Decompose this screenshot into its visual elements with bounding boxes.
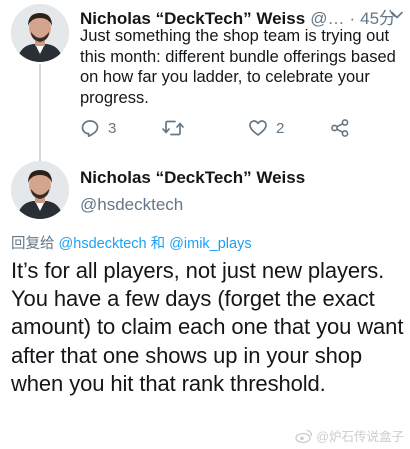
share-icon: [331, 119, 349, 137]
like-count: 2: [276, 119, 285, 137]
retweet-button[interactable]: [162, 118, 192, 138]
tweet-text: Just something the shop team is trying o…: [80, 27, 396, 107]
watermark: @炉石传说盒子: [295, 426, 404, 445]
reply-button[interactable]: 3: [80, 118, 116, 138]
watermark-text: @炉石传说盒子: [316, 430, 404, 444]
tweet-actions: 3 2: [80, 118, 380, 140]
chevron-down-icon[interactable]: [390, 8, 404, 22]
tweet-text: It’s for all players, not just new playe…: [11, 258, 404, 396]
thread-connector-line: [39, 64, 41, 166]
reply-icon: [81, 120, 99, 138]
mention-link[interactable]: @imik_plays: [169, 236, 251, 252]
avatar[interactable]: [11, 161, 69, 219]
like-icon: [249, 120, 267, 136]
reply-count: 3: [108, 119, 117, 137]
tweet-parent[interactable]: Nicholas “DeckTech” Weiss @… · 45分 Just …: [0, 0, 410, 166]
like-button[interactable]: 2: [248, 118, 284, 138]
weibo-logo-icon: [295, 429, 313, 443]
author-handle[interactable]: @hsdecktech: [80, 195, 183, 215]
replying-prefix: 回复给: [11, 236, 55, 252]
retweet-icon: [162, 120, 184, 136]
avatar[interactable]: [11, 4, 69, 62]
author-name[interactable]: Nicholas “DeckTech” Weiss: [80, 168, 305, 188]
replying-to-line: 回复给 @hsdecktech 和 @imik_plays: [11, 232, 252, 253]
avatar-image: [11, 4, 69, 62]
avatar-image: [11, 161, 69, 219]
replying-joiner: 和: [150, 236, 166, 252]
share-button[interactable]: [330, 118, 350, 138]
mention-link[interactable]: @hsdecktech: [59, 236, 147, 252]
